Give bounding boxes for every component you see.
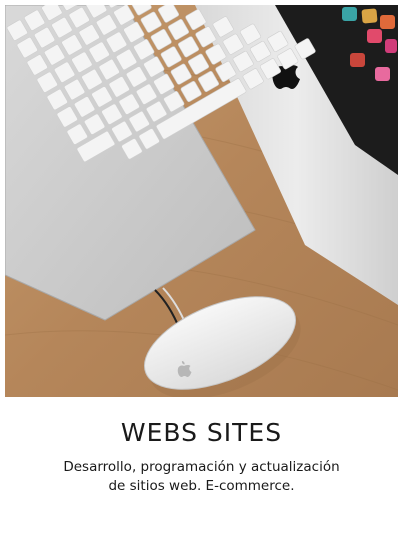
card-description-line-1: Desarrollo, programación y actualización — [63, 459, 340, 475]
card-description-line-2: de sitios web. E-commerce. — [108, 478, 295, 494]
service-card: WEBS SITES Desarrollo, programación y ac… — [0, 0, 403, 545]
card-description: Desarrollo, programación y actualización… — [20, 458, 383, 496]
service-photo — [5, 5, 398, 397]
card-title: WEBS SITES — [120, 418, 283, 447]
